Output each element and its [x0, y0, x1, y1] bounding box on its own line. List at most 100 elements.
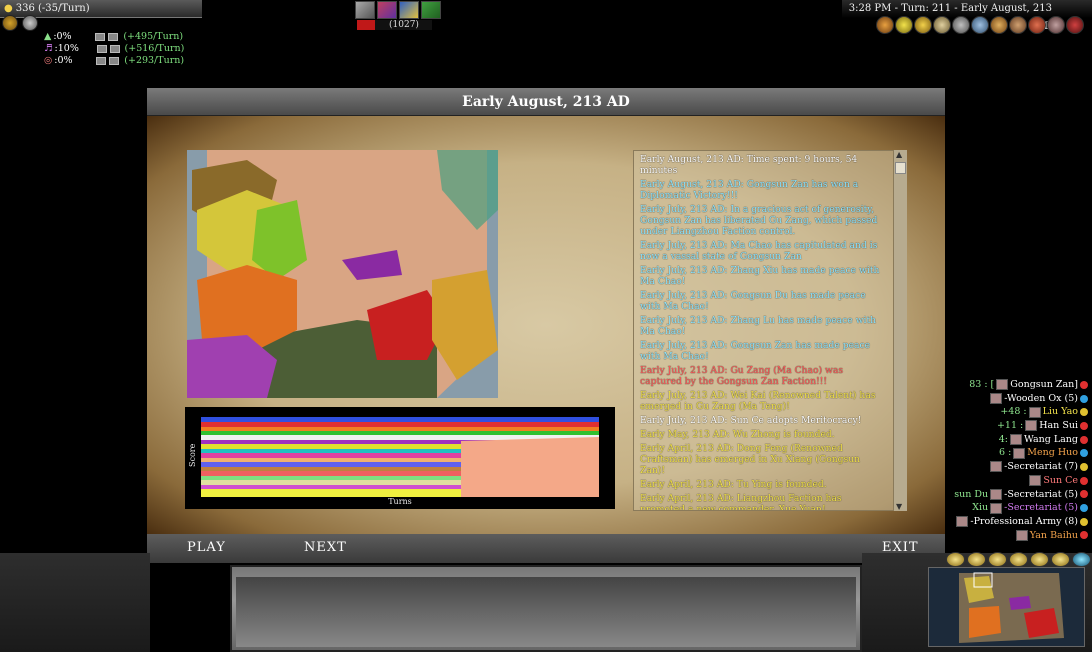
map-mode-icon[interactable] [1030, 552, 1049, 567]
graph-y-label: Score [188, 443, 197, 467]
research-icon: ▲ [44, 31, 52, 42]
scoreboard-row[interactable]: 6 : Meng Huo [945, 446, 1092, 460]
bottom-info-panel [230, 565, 862, 652]
attitude-icon [1080, 490, 1088, 499]
attitude-icon [1080, 531, 1088, 540]
event-log-entry: Early July, 213 AD: Sun Ce adopts Merito… [640, 415, 862, 426]
scoreboard-row[interactable]: -Wooden Ox (5) [945, 392, 1092, 406]
civics-advisor-icon[interactable] [914, 16, 932, 34]
event-log-list: Early August, 213 AD: Time spent: 9 hour… [634, 151, 892, 511]
rate-increase-button[interactable] [108, 33, 119, 41]
event-log-entry: Early July, 213 AD: Wei Kai (Renowned Ta… [640, 390, 876, 412]
health-fill [357, 20, 375, 30]
event-log-entry: Early April, 213 AD: Tu Ying is founded. [640, 479, 827, 490]
map-mode-icon[interactable] [1009, 552, 1028, 567]
attitude-icon [1080, 504, 1088, 513]
leader-portrait-icon [1025, 420, 1038, 432]
graph-x-label: Turns [388, 497, 412, 506]
play-button[interactable]: PLAY [187, 540, 226, 555]
scoreboard-score: 83 : [ [969, 379, 995, 390]
unit-count: (1027) [389, 20, 419, 30]
unit-icon[interactable] [377, 1, 397, 19]
score-graph-plot [201, 417, 599, 497]
event-log-entry: Early July, 213 AD: Zhang Xiu has made p… [640, 265, 880, 287]
scroll-down-icon[interactable]: ▼ [896, 502, 902, 511]
scoreboard-row[interactable]: 83 : [Gongsun Zan] [945, 378, 1092, 392]
score-graph: Score Turns [185, 407, 615, 509]
victory-advisor-icon[interactable] [1028, 16, 1046, 34]
event-log-scrollbar[interactable]: ▲ ▼ [893, 150, 907, 511]
scoreboard-row[interactable]: sun Du -Secretariat (5) [945, 488, 1092, 502]
scoreboard-score: +48 : [1000, 406, 1027, 418]
event-log-entry: Early April, 213 AD: Dong Feng (Renowned… [640, 443, 861, 476]
event-log-entry: Early July, 213 AD: Ma Chao has capitula… [640, 240, 878, 262]
rate-row-culture: ♬ :10% (+516/Turn) [44, 43, 184, 55]
corporation-advisor-icon[interactable] [1009, 16, 1027, 34]
minimap[interactable] [928, 567, 1085, 647]
bottom-panel-inner [236, 577, 856, 647]
attitude-icon [1080, 435, 1088, 444]
religion-advisor-icon[interactable] [990, 16, 1008, 34]
rate-increase-button[interactable] [109, 57, 120, 65]
globe-view-icon[interactable] [1072, 552, 1091, 567]
espionage-advisor-icon[interactable] [1066, 16, 1084, 34]
scoreboard-row[interactable]: 4: Wang Lang [945, 433, 1092, 447]
scoreboard-score: 4: [998, 433, 1008, 445]
scroll-thumb[interactable] [895, 162, 906, 174]
event-log-entry: Early July, 213 AD: Zhang Lu has made pe… [640, 315, 877, 337]
scoreboard-row[interactable]: +11 : Han Sui [945, 419, 1092, 433]
foreign-advisor-icon[interactable] [933, 16, 951, 34]
unit-icon[interactable] [421, 1, 441, 19]
scoreboard-row[interactable]: -Secretariat (7) [945, 460, 1092, 474]
tech-advisor-icon[interactable] [971, 16, 989, 34]
left-bottom-panel [0, 553, 150, 652]
finance-advisor-icon[interactable] [895, 16, 913, 34]
event-log-entry: Early April, 213 AD: Liangzhou Faction h… [640, 493, 842, 511]
scoreboard-name: Liu Yao [1042, 406, 1078, 418]
map-mode-icon[interactable] [946, 552, 965, 567]
scoreboard-score: sun Du [954, 488, 989, 500]
attitude-icon [1080, 462, 1088, 471]
scoreboard-row[interactable]: Xiu -Secretariat (5) [945, 501, 1092, 515]
unit-icon[interactable] [355, 1, 375, 19]
scoreboard-row[interactable]: +48 : Liu Yao [945, 405, 1092, 419]
attitude-icon [1080, 408, 1088, 417]
scroll-up-icon[interactable]: ▲ [896, 150, 902, 159]
rate-decrease-button[interactable] [95, 33, 106, 41]
espionage-icon: ◎ [44, 55, 53, 66]
military-advisor-icon[interactable] [952, 16, 970, 34]
minimap-graphic [929, 568, 1084, 646]
info-advisor-icon[interactable] [1047, 16, 1065, 34]
leader-portrait-icon [956, 516, 969, 528]
culture-icon: ♬ [44, 43, 53, 54]
rate-row-espionage: ◎ :0% (+293/Turn) [44, 55, 184, 67]
dialog-title: Early August, 213 AD [147, 88, 945, 116]
rate-percent: :0% [53, 31, 72, 42]
turn-summary-dialog: Early August, 213 AD Score Turns Early A… [147, 88, 945, 563]
map-mode-icon[interactable] [988, 552, 1007, 567]
scoreboard-name: Wang Lang [1024, 433, 1078, 445]
map-mode-icon[interactable] [967, 552, 986, 567]
rate-increase-button[interactable] [109, 45, 120, 53]
rate-decrease-button[interactable] [96, 57, 107, 65]
unit-icon[interactable] [399, 1, 419, 19]
scoreboard-name: Yan Baihu [1029, 529, 1078, 541]
civilopedia-button[interactable] [22, 15, 38, 31]
event-log: Early August, 213 AD: Time spent: 9 hour… [633, 150, 907, 511]
gold-text: 336 (-35/Turn) [15, 3, 90, 14]
rate-per-turn: (+495/Turn) [123, 31, 184, 42]
rate-decrease-button[interactable] [96, 45, 107, 53]
world-map-graphic [187, 150, 498, 398]
event-log-entry: Early July, 213 AD: In a gracious act of… [640, 204, 878, 237]
scoreboard-row[interactable]: -Professional Army (8) [945, 515, 1092, 529]
scoreboard-score: Xiu [972, 502, 989, 514]
next-button[interactable]: NEXT [304, 540, 347, 555]
scoreboard-name: Sun Ce [1043, 474, 1078, 486]
event-log-entry: Early May, 213 AD: Wu Zhong is founded. [640, 429, 835, 440]
map-mode-icon[interactable] [1051, 552, 1070, 567]
advisor-button[interactable] [2, 15, 18, 31]
scoreboard-row[interactable]: Yan Baihu [945, 529, 1092, 543]
domestic-advisor-icon[interactable] [876, 16, 894, 34]
leader-portrait-icon [1029, 475, 1042, 487]
scoreboard-row[interactable]: Sun Ce [945, 474, 1092, 488]
